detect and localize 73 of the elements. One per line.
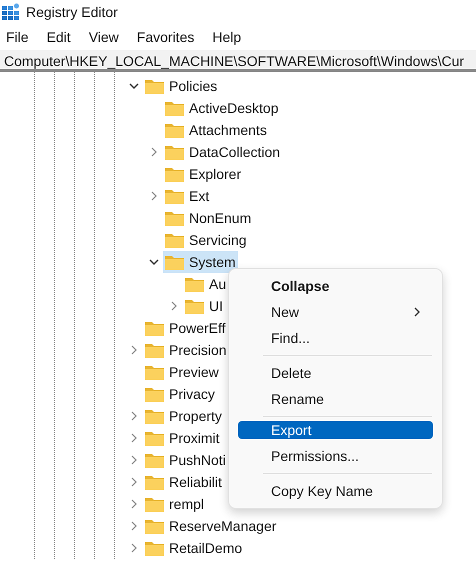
folder-icon [165, 122, 184, 138]
folder-icon [165, 254, 184, 270]
expand-chevron-icon[interactable] [129, 521, 139, 531]
tree-item[interactable]: Servicing [163, 229, 249, 251]
tree-item[interactable]: Au [183, 273, 228, 295]
menu-item[interactable]: Collapse [238, 273, 433, 299]
window-title: Registry Editor [26, 4, 118, 20]
folder-icon [145, 364, 164, 380]
tree-item[interactable]: Reliabilit [143, 471, 224, 493]
expand-chevron-icon[interactable] [129, 411, 139, 421]
folder-icon [165, 100, 184, 116]
menu-item[interactable]: File [6, 29, 29, 45]
collapse-chevron-icon[interactable] [149, 257, 159, 267]
tree-item[interactable]: rempl [143, 493, 206, 515]
folder-icon [145, 518, 164, 534]
folder-icon [145, 78, 164, 94]
menu-item[interactable]: New [238, 299, 433, 325]
menu-item[interactable]: Rename [238, 386, 433, 412]
folder-icon [145, 540, 164, 556]
tree-item[interactable]: NonEnum [163, 207, 254, 229]
folder-icon [145, 320, 164, 336]
tree-item[interactable]: DataCollection [163, 141, 282, 163]
tree-item[interactable]: UI [183, 295, 225, 317]
tree-item[interactable]: PowerEff [143, 317, 228, 339]
tree-item[interactable]: ReserveManager [143, 515, 278, 537]
folder-icon [165, 232, 184, 248]
expand-chevron-icon[interactable] [129, 543, 139, 553]
app-icon [2, 3, 20, 21]
expand-chevron-icon[interactable] [129, 477, 139, 487]
folder-icon [145, 452, 164, 468]
folder-icon [145, 496, 164, 512]
folder-icon [185, 298, 204, 314]
folder-icon [145, 408, 164, 424]
folder-icon [165, 188, 184, 204]
tree-item[interactable]: ActiveDesktop [163, 97, 280, 119]
folder-icon [185, 276, 204, 292]
expand-chevron-icon[interactable] [129, 433, 139, 443]
tree-item[interactable]: System [163, 251, 238, 273]
tree-item[interactable]: Precision [143, 339, 229, 361]
menu-item[interactable]: Find... [238, 325, 433, 351]
menu-item[interactable]: Edit [46, 29, 71, 45]
tree-item[interactable]: Policies [143, 75, 220, 97]
tree-item[interactable]: Attachments [163, 119, 269, 141]
expand-chevron-icon[interactable] [129, 499, 139, 509]
menu-item[interactable]: Delete [238, 360, 433, 386]
tree-item[interactable]: Property [143, 405, 224, 427]
tree-item[interactable]: Proximit [143, 427, 222, 449]
menu-item[interactable]: Permissions... [238, 443, 433, 469]
tree-item[interactable]: Privacy [143, 383, 217, 405]
menu-item[interactable]: Help [212, 29, 242, 45]
tree-item[interactable]: Explorer [163, 163, 244, 185]
tree-item[interactable]: Preview [143, 361, 221, 383]
expand-chevron-icon[interactable] [129, 455, 139, 465]
folder-icon [165, 210, 184, 226]
folder-icon [145, 474, 164, 490]
tree-item[interactable]: Ext [163, 185, 212, 207]
menu-item[interactable]: Export [238, 421, 433, 439]
tree-item[interactable]: PushNoti [143, 449, 228, 471]
folder-icon [145, 342, 164, 358]
folder-icon [145, 430, 164, 446]
expand-chevron-icon[interactable] [169, 301, 179, 311]
tree-item[interactable]: RetailDemo [143, 537, 244, 559]
menu-item[interactable]: Copy Key Name [238, 478, 433, 504]
folder-icon [145, 386, 164, 402]
expand-chevron-icon[interactable] [149, 191, 159, 201]
folder-icon [165, 166, 184, 182]
menu-item[interactable]: Favorites [136, 29, 194, 45]
address-bar[interactable]: Computer\HKEY_LOCAL_MACHINE\SOFTWARE\Microsoft\Windows\Cur [0, 50, 476, 72]
folder-icon [165, 144, 184, 160]
collapse-chevron-icon[interactable] [129, 81, 139, 91]
expand-chevron-icon[interactable] [129, 345, 139, 355]
menu-item[interactable]: View [88, 29, 119, 45]
expand-chevron-icon[interactable] [149, 147, 159, 157]
